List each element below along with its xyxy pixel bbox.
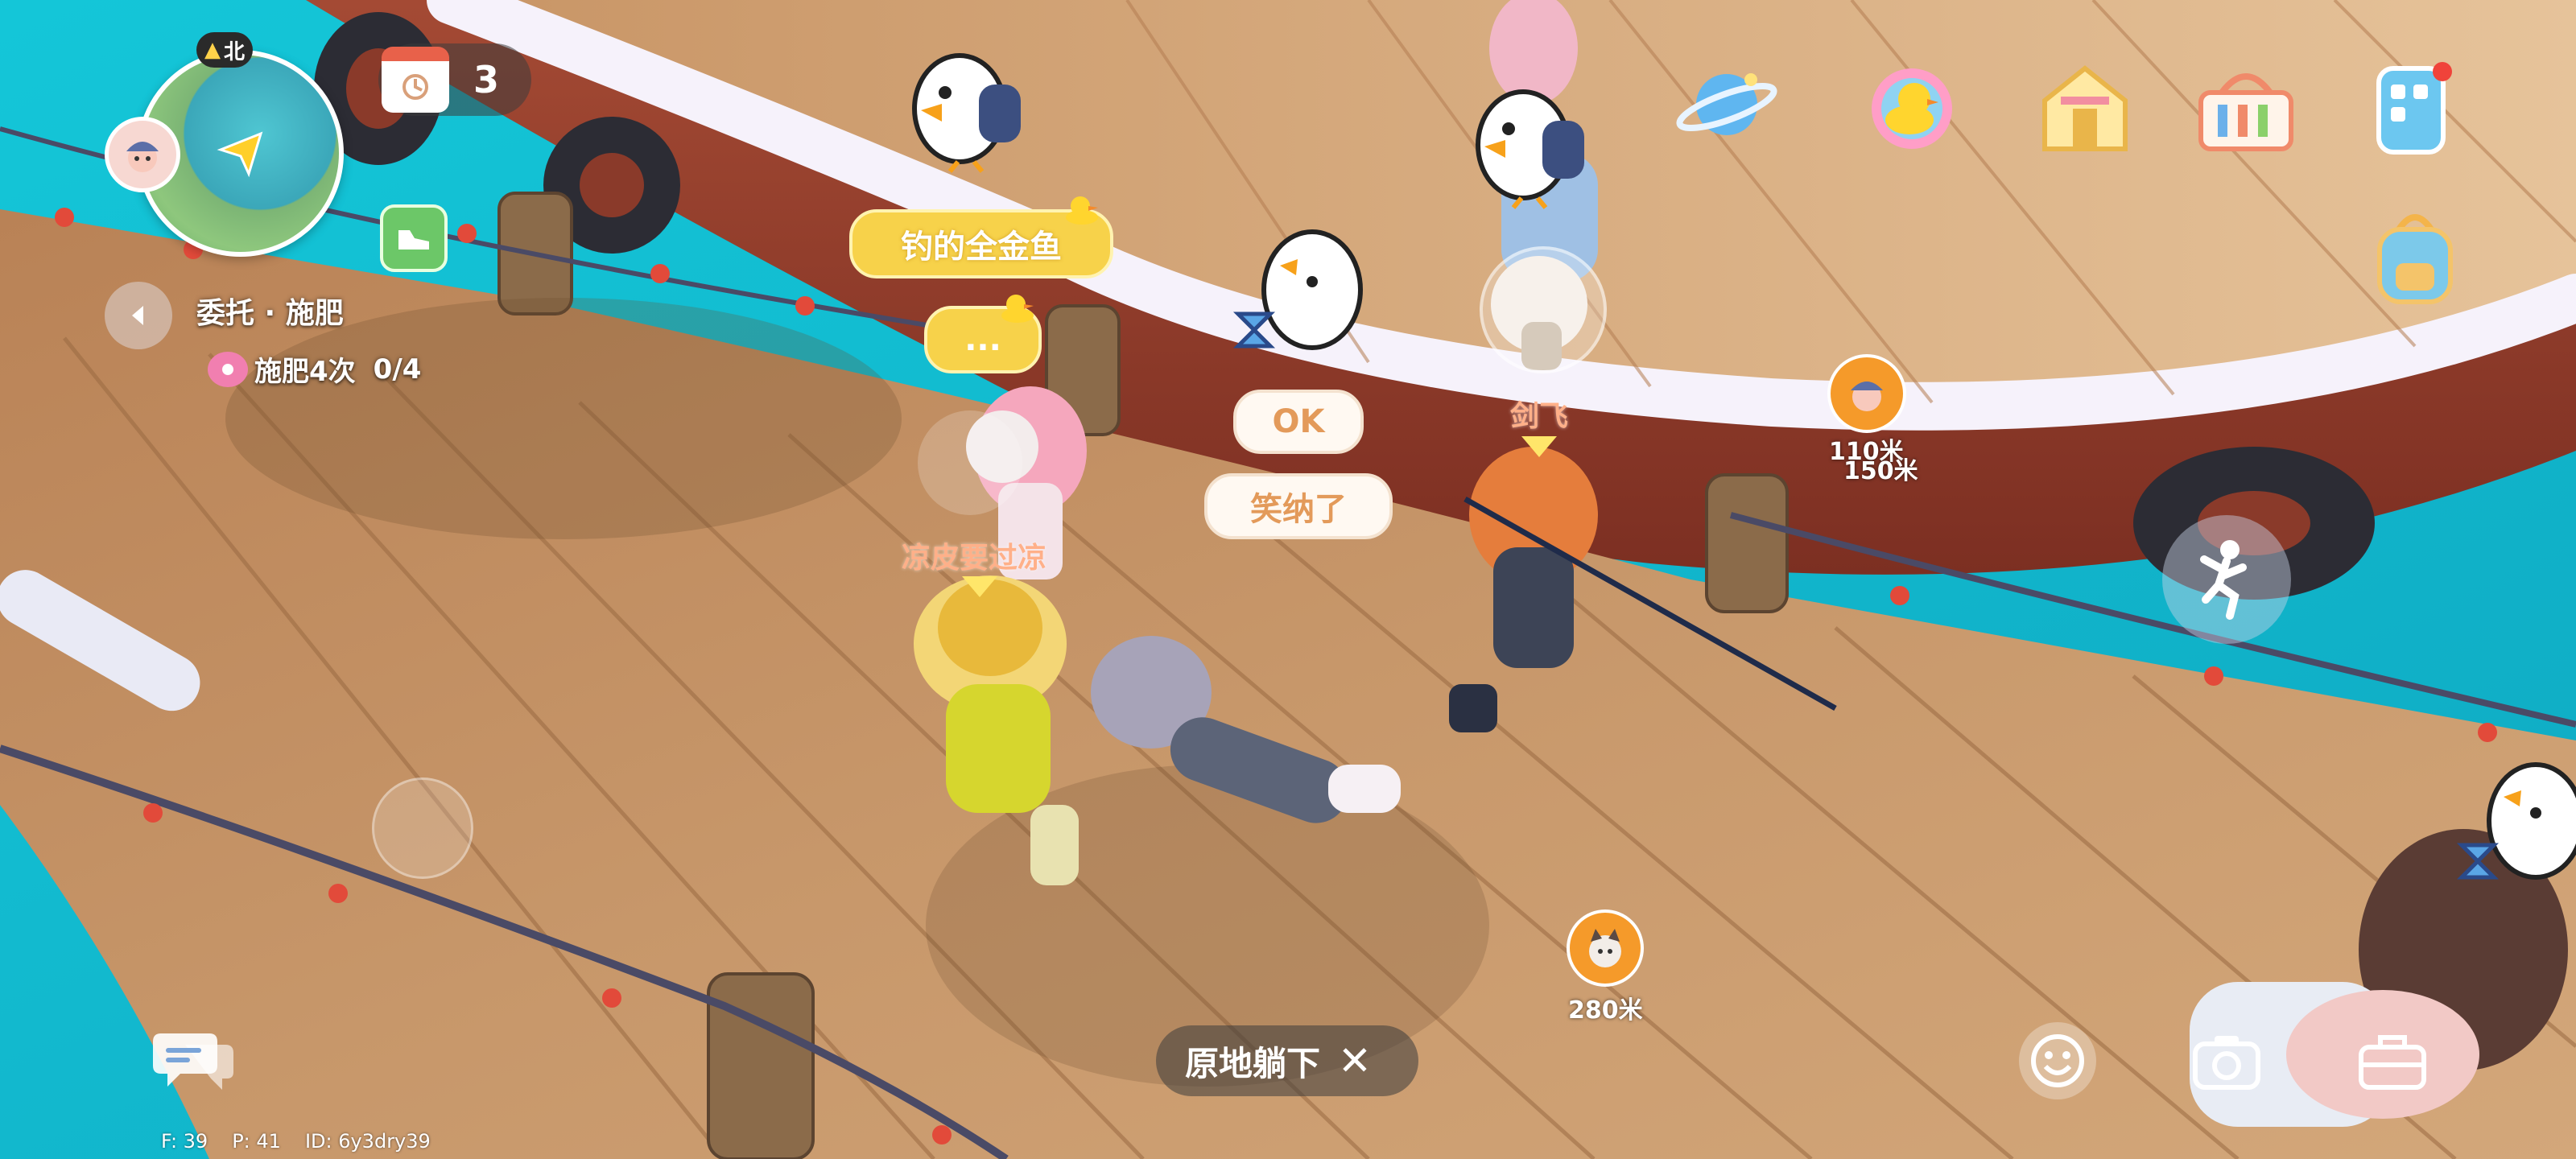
joystick[interactable] bbox=[372, 777, 473, 879]
player-marker-arrow-1 bbox=[962, 576, 997, 597]
toolbox-icon bbox=[2359, 1035, 2426, 1090]
friend-marker-2-distance: 280米 bbox=[1568, 996, 1643, 1025]
compass-north: ▲ 北 bbox=[196, 32, 253, 68]
emoji-button[interactable] bbox=[2019, 1022, 2096, 1099]
close-icon[interactable]: ✕ bbox=[1338, 1037, 1372, 1084]
chat-bubble-ok-text: OK bbox=[1272, 403, 1325, 440]
character-interact-button[interactable] bbox=[1480, 246, 1607, 373]
quest-progress-label: 施肥4次 bbox=[254, 356, 356, 388]
dance-pose-icon bbox=[2200, 540, 2247, 620]
thumbs-up-emote-2 bbox=[1473, 80, 1594, 209]
fertilizer-icon bbox=[208, 351, 248, 387]
shoe-icon bbox=[398, 230, 429, 250]
friend-marker-2[interactable] bbox=[1567, 909, 1644, 987]
calendar-count: 3 bbox=[473, 58, 500, 101]
backpack-icon[interactable] bbox=[2367, 205, 2463, 310]
chat-bubble-ok: OK bbox=[1233, 390, 1364, 454]
action-prompt-label: 原地躺下 bbox=[1185, 1043, 1321, 1083]
friend-marker-1-distance-b: 150米 bbox=[1843, 457, 1918, 485]
friend-avatar-icon bbox=[1851, 382, 1883, 411]
duck-badge-icon bbox=[1063, 193, 1103, 225]
chat-bubble-typing-text: ... bbox=[964, 321, 1001, 358]
action-prompt[interactable]: 原地躺下 ✕ bbox=[1156, 1025, 1418, 1096]
player-marker-arrow-2 bbox=[1521, 436, 1557, 457]
chat-bubble-accept-text: 笑纳了 bbox=[1250, 491, 1347, 528]
north-icon: ▲ bbox=[204, 38, 221, 62]
player-direction-icon bbox=[217, 130, 262, 177]
gift-house-icon[interactable] bbox=[2029, 52, 2141, 157]
debug-p: P: 41 bbox=[232, 1130, 281, 1153]
debug-id: ID: 6y3dry39 bbox=[304, 1130, 431, 1153]
quest-progress[interactable]: 施肥4次 0/4 bbox=[208, 349, 421, 389]
thumbs-up-emote bbox=[910, 44, 1030, 173]
dance-button[interactable] bbox=[2162, 515, 2291, 644]
duck-badge-icon-2 bbox=[998, 291, 1038, 324]
planet-icon[interactable] bbox=[1674, 60, 1779, 149]
chat-bubble-fish-text: 钓的全金鱼 bbox=[901, 229, 1062, 266]
quest-collapse-button[interactable] bbox=[105, 282, 172, 349]
smiley-icon bbox=[2031, 1034, 2084, 1087]
minimap-shoe-button[interactable] bbox=[380, 204, 448, 272]
camera-icon bbox=[2193, 1036, 2260, 1090]
shopping-basket-icon[interactable] bbox=[2190, 60, 2302, 157]
debug-f: F: 39 bbox=[161, 1130, 208, 1153]
player-avatar[interactable] bbox=[105, 117, 180, 192]
quest-title[interactable]: 委托 · 施肥 bbox=[196, 290, 344, 332]
hourglass-emote bbox=[1224, 225, 1368, 362]
north-label: 北 bbox=[223, 39, 245, 64]
quest-progress-count: 0/4 bbox=[373, 353, 422, 386]
toolbox-button[interactable] bbox=[2354, 1025, 2431, 1098]
emote-toggle-button[interactable] bbox=[918, 410, 1022, 515]
avatar-face-icon bbox=[126, 142, 159, 172]
debug-info: F: 39 P: 41 ID: 6y3dry39 bbox=[161, 1130, 431, 1153]
duck-icon[interactable] bbox=[1860, 60, 1964, 157]
hourglass-emote-2 bbox=[2447, 757, 2576, 893]
chat-icon bbox=[153, 1033, 233, 1090]
chat-bubble-accept: 笑纳了 bbox=[1204, 473, 1393, 539]
calendar-icon bbox=[382, 47, 449, 113]
calendar-counter[interactable]: 3 bbox=[378, 43, 531, 116]
phone-icon[interactable] bbox=[2367, 60, 2455, 157]
chevron-left-icon bbox=[132, 306, 143, 325]
cat-avatar-icon bbox=[1589, 929, 1621, 967]
player-name-2[interactable]: 剑飞 bbox=[1510, 393, 1568, 435]
friend-marker-1[interactable] bbox=[1827, 354, 1906, 433]
player-name-1[interactable]: 凉皮要过凉 bbox=[902, 534, 1046, 576]
camera-button[interactable] bbox=[2188, 1025, 2265, 1098]
chat-button[interactable] bbox=[151, 1024, 235, 1096]
top-icon-bar bbox=[1674, 44, 2544, 304]
